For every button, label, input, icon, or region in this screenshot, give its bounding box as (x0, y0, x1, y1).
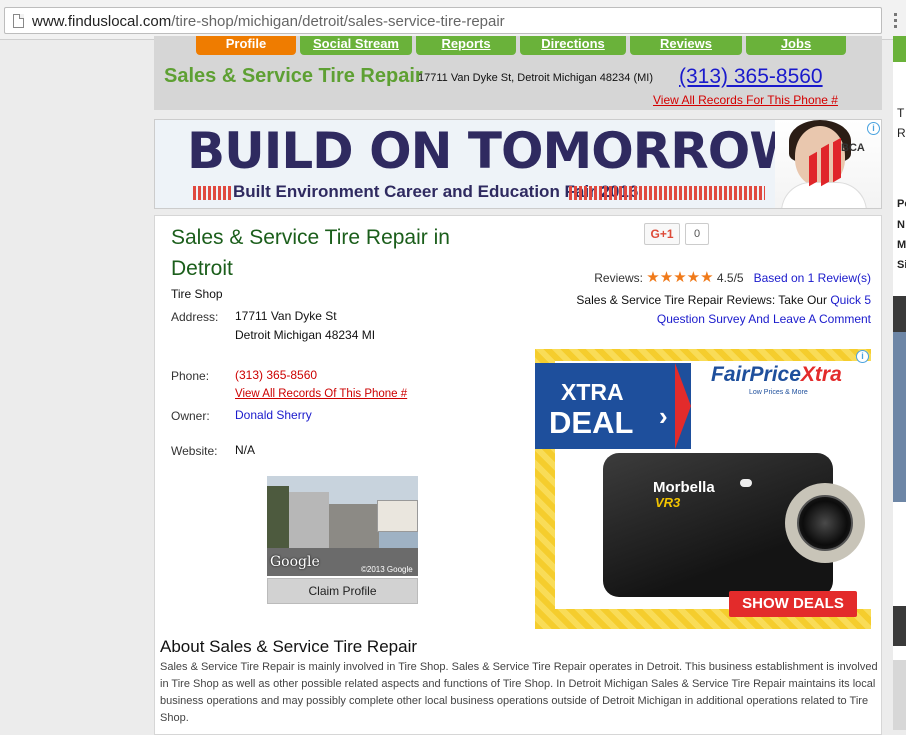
right-sidebar-block (893, 606, 906, 646)
right-sidebar-image[interactable] (893, 332, 906, 502)
url-domain: www.finduslocal.com (32, 13, 172, 30)
banner-stripe (569, 186, 765, 200)
reviews-label: Reviews: (594, 271, 643, 285)
url-path: /tire-shop/michigan/detroit/sales-servic… (171, 13, 505, 30)
browser-menu-icon[interactable] (888, 10, 902, 30)
xtra-deal-badge: XTRA DEAL › (535, 363, 691, 449)
phone-records-link[interactable]: View All Records Of This Phone # (235, 385, 407, 404)
url-text[interactable]: www.finduslocal.com/tire-shop/michigan/d… (32, 13, 505, 30)
business-title: Sales & Service Tire Repair (164, 65, 423, 87)
page-icon (13, 14, 24, 28)
google-plus-count: 0 (685, 223, 709, 245)
product-ad[interactable]: XTRA DEAL › FairPriceXtra Low Prices & M… (535, 349, 871, 629)
address-bar[interactable]: www.finduslocal.com/tire-shop/michigan/d… (4, 7, 882, 34)
tab-jobs[interactable]: Jobs (746, 36, 846, 55)
rating-value: 4.5/5 (716, 271, 744, 285)
map-copyright: ©2013 Google (361, 565, 413, 574)
google-logo: Google (270, 554, 320, 570)
reviews-summary: Reviews: ★★★★★ 4.5/5 Based on 1 Review(s… (569, 268, 871, 286)
address-line-2: Detroit Michigan 48234 MI (235, 328, 376, 342)
right-sidebar-text: N (897, 219, 905, 231)
listing-header: Profile Social Stream Reports Directions… (154, 36, 882, 110)
tab-reports[interactable]: Reports (416, 36, 516, 55)
survey-prefix: Sales & Service Tire Repair Reviews: Tak… (576, 293, 827, 307)
ad-info-icon[interactable]: i (867, 122, 880, 135)
fairprice-logo: FairPriceXtra (711, 363, 842, 387)
address-line-1: 17711 Van Dyke St (235, 309, 337, 323)
website-value: N/A (235, 443, 256, 457)
street-view-image[interactable]: Google ©2013 Google (267, 476, 418, 576)
tab-profile[interactable]: Profile (196, 36, 296, 55)
browser-toolbar: www.finduslocal.com/tire-shop/michigan/d… (0, 0, 906, 40)
based-on-reviews-link[interactable]: Based on 1 Review(s) (754, 271, 871, 285)
camera-indicator (740, 479, 752, 487)
right-sidebar-text: T (897, 106, 905, 120)
chevron-right-icon: › (659, 401, 668, 431)
show-deals-button[interactable]: SHOW DEALS (729, 591, 857, 617)
listing-card: Sales & Service Tire Repair in Detroit G… (154, 215, 882, 735)
website-label: Website: (171, 444, 218, 458)
survey-prompt: Sales & Service Tire Repair Reviews: Tak… (535, 291, 871, 329)
banner-stripe (193, 186, 231, 200)
survey-link[interactable]: Quick 5 (830, 293, 871, 307)
right-sidebar-text: M (897, 239, 906, 251)
fairprice-xtra: Xtra (800, 363, 842, 386)
owner-label: Owner: (171, 409, 210, 423)
tab-directions[interactable]: Directions (520, 36, 626, 55)
tab-reviews[interactable]: Reviews (630, 36, 742, 55)
address-label: Address: (171, 310, 219, 324)
view-all-records-link[interactable]: View All Records For This Phone # (653, 93, 838, 107)
right-sidebar-tab[interactable] (893, 36, 906, 62)
tab-social-stream[interactable]: Social Stream (300, 36, 412, 55)
camera-lens-core (797, 495, 853, 551)
right-sidebar-block (893, 296, 906, 332)
about-heading: About Sales & Service Tire Repair (160, 637, 418, 656)
right-sidebar-text: Po (897, 198, 906, 210)
phone-value: (313) 365-8560 (235, 368, 318, 382)
rating-stars-icon: ★★★★★ (646, 269, 714, 286)
fairprice-tagline: Low Prices & More (749, 389, 808, 396)
owner-link[interactable]: Donald Sherry (235, 406, 312, 425)
deal-label: DEAL (549, 405, 634, 440)
banner-headline: BUILD ON TOMORROW (187, 122, 804, 180)
bca-brand-text: BCA (841, 142, 865, 154)
ad-info-icon[interactable]: i (856, 350, 869, 363)
phone-label: Phone: (171, 369, 210, 383)
business-category: Tire Shop (171, 287, 223, 301)
right-sidebar-text: Si (897, 259, 906, 271)
product-model: VR3 (655, 495, 681, 510)
right-sidebar-text: R (897, 126, 906, 140)
right-sidebar-block (893, 660, 906, 730)
banner-ad[interactable]: BUILD ON TOMORROW Built Environment Care… (154, 119, 882, 209)
about-text: Sales & Service Tire Repair is mainly in… (160, 661, 878, 724)
xtra-label: XTRA (561, 379, 624, 405)
google-plus-button[interactable]: G+1 (644, 223, 680, 245)
business-phone-link[interactable]: (313) 365-8560 (679, 65, 823, 89)
product-brand: Morbella (653, 479, 715, 496)
badge-arrow (675, 363, 691, 449)
survey-link[interactable]: Question Survey And Leave A Comment (657, 312, 871, 326)
fairprice-brand: FairPrice (711, 363, 801, 386)
claim-profile-button[interactable]: Claim Profile (267, 578, 418, 604)
business-address: 17711 Van Dyke St, Detroit Michigan 4823… (418, 72, 653, 84)
page-title: Sales & Service Tire Repair in Detroit (171, 226, 450, 280)
